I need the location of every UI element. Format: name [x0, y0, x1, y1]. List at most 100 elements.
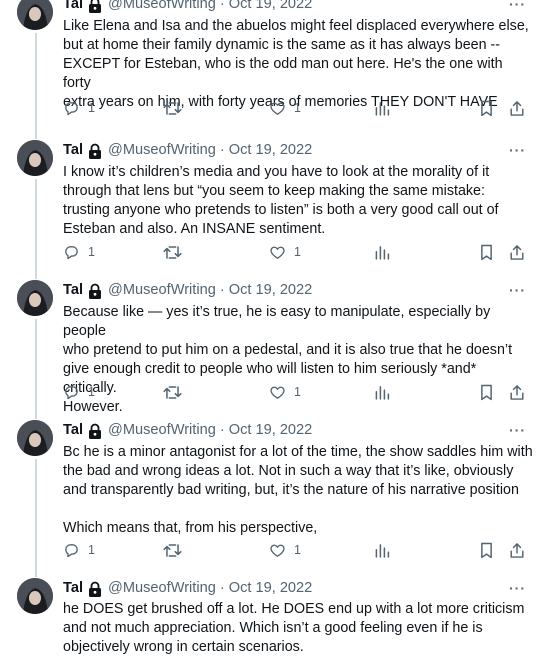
reply-icon: [65, 245, 78, 259]
tweet-text: he DOES get brushed off a lot. He DOES e…: [63, 601, 525, 655]
reply-button[interactable]: 1: [63, 382, 95, 402]
user-handle[interactable]: @MuseofWriting: [108, 580, 216, 596]
more-options-icon[interactable]: ···: [509, 420, 526, 440]
reply-count: 1: [88, 543, 95, 557]
retweet-icon: [163, 101, 182, 115]
tweet-date[interactable]: Oct 19, 2022: [229, 0, 313, 12]
like-button[interactable]: 1: [269, 382, 301, 402]
like-count: 1: [294, 101, 301, 115]
like-button[interactable]: 1: [269, 98, 301, 118]
tweet-actions: 1 1: [63, 382, 525, 402]
avatar[interactable]: [17, 578, 53, 614]
retweet-button[interactable]: [163, 540, 182, 560]
tweet-header: Tal @MuseofWriting · Oct 19, 2022: [63, 578, 312, 598]
share-button[interactable]: [509, 98, 525, 118]
user-handle[interactable]: @MuseofWriting: [108, 282, 216, 298]
like-button[interactable]: 1: [269, 540, 301, 560]
retweet-icon: [163, 543, 182, 557]
separator-dot: ·: [219, 282, 225, 298]
bookmark-button[interactable]: [479, 98, 494, 118]
reply-count: 1: [88, 101, 95, 115]
tweet-date[interactable]: Oct 19, 2022: [229, 422, 313, 438]
display-name[interactable]: Tal: [63, 282, 83, 298]
display-name[interactable]: Tal: [63, 580, 83, 596]
reply-button[interactable]: 1: [63, 242, 95, 262]
thread-line: [35, 33, 37, 139]
share-icon: [510, 244, 524, 260]
reply-icon: [65, 385, 78, 399]
like-button[interactable]: 1: [269, 242, 301, 262]
separator-dot: ·: [219, 0, 225, 12]
bookmark-button[interactable]: [479, 540, 494, 560]
views-icon: [375, 543, 390, 558]
views-icon: [375, 101, 390, 116]
thread-line: [35, 179, 37, 279]
more-options-icon[interactable]: ···: [509, 0, 526, 14]
user-handle[interactable]: @MuseofWriting: [108, 422, 216, 438]
heart-icon: [270, 246, 285, 259]
avatar[interactable]: [17, 280, 53, 316]
views-icon: [375, 385, 390, 400]
tweet-header: Tal @MuseofWriting · Oct 19, 2022: [63, 140, 312, 160]
lock-icon: [88, 423, 102, 439]
separator-dot: ·: [219, 142, 225, 158]
share-icon: [510, 384, 524, 400]
more-options-icon[interactable]: ···: [509, 280, 526, 300]
like-count: 1: [294, 385, 301, 399]
thread-line: [35, 319, 37, 419]
tweet-actions: 1 1: [63, 98, 525, 118]
like-count: 1: [294, 245, 301, 259]
share-button[interactable]: [509, 382, 525, 402]
retweet-button[interactable]: [163, 242, 182, 262]
reply-count: 1: [88, 245, 95, 259]
views-button[interactable]: [374, 98, 390, 118]
avatar[interactable]: [17, 140, 53, 176]
tweet-text: Bc he is a minor antagonist for a lot of…: [63, 444, 533, 536]
views-button[interactable]: [374, 242, 390, 262]
reply-count: 1: [88, 385, 95, 399]
share-button[interactable]: [509, 540, 525, 560]
retweet-button[interactable]: [163, 98, 182, 118]
lock-icon: [88, 581, 102, 597]
heart-icon: [270, 102, 285, 115]
display-name[interactable]: Tal: [63, 422, 83, 438]
bookmark-icon: [481, 244, 492, 260]
bookmark-icon: [481, 542, 492, 558]
separator-dot: ·: [219, 580, 225, 596]
avatar[interactable]: [17, 0, 53, 30]
reply-icon: [65, 543, 78, 557]
retweet-icon: [163, 245, 182, 259]
thread-line: [35, 459, 37, 577]
more-options-icon[interactable]: ···: [509, 578, 526, 598]
user-handle[interactable]: @MuseofWriting: [108, 0, 216, 12]
avatar[interactable]: [17, 420, 53, 456]
lock-icon: [88, 143, 102, 159]
separator-dot: ·: [219, 422, 225, 438]
bookmark-icon: [481, 384, 492, 400]
retweet-button[interactable]: [163, 382, 182, 402]
tweet-text: I know it’s children’s media and you hav…: [63, 164, 499, 237]
tweet-header: Tal @MuseofWriting · Oct 19, 2022: [63, 0, 312, 14]
share-button[interactable]: [509, 242, 525, 262]
tweet-actions: 1 1: [63, 540, 525, 560]
lock-icon: [88, 283, 102, 299]
more-options-icon[interactable]: ···: [509, 140, 526, 160]
bookmark-button[interactable]: [479, 242, 494, 262]
tweet-date[interactable]: Oct 19, 2022: [229, 580, 313, 596]
bookmark-button[interactable]: [479, 382, 494, 402]
reply-button[interactable]: 1: [63, 540, 95, 560]
like-count: 1: [294, 543, 301, 557]
user-handle[interactable]: @MuseofWriting: [108, 142, 216, 158]
lock-icon: [88, 0, 102, 13]
display-name[interactable]: Tal: [63, 0, 83, 12]
views-button[interactable]: [374, 382, 390, 402]
reply-button[interactable]: 1: [63, 98, 95, 118]
tweet-date[interactable]: Oct 19, 2022: [229, 282, 313, 298]
views-button[interactable]: [374, 540, 390, 560]
bookmark-icon: [481, 100, 492, 116]
heart-icon: [270, 544, 285, 557]
share-icon: [510, 542, 524, 558]
tweet-date[interactable]: Oct 19, 2022: [229, 142, 313, 158]
display-name[interactable]: Tal: [63, 142, 83, 158]
heart-icon: [270, 386, 285, 399]
